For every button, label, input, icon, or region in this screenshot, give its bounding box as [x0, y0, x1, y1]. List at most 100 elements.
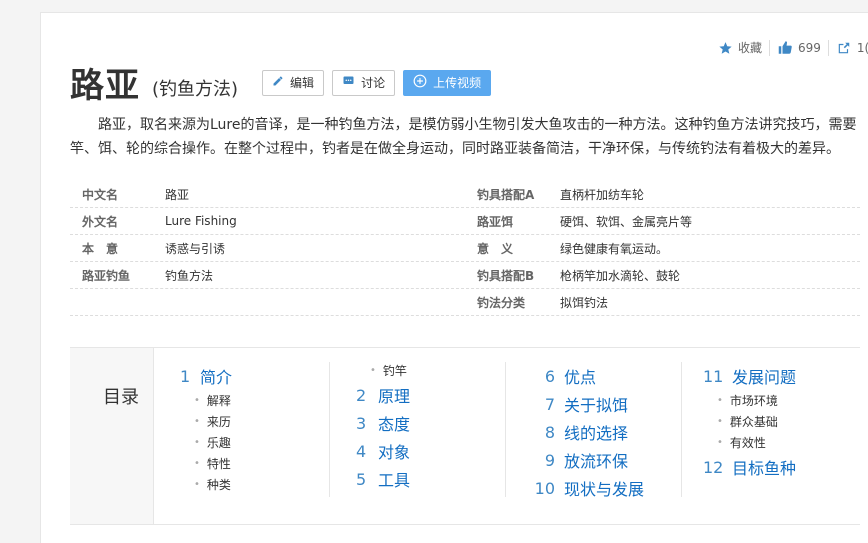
info-value: 直柄杆加纺车轮: [560, 187, 645, 202]
info-key: 意 义: [477, 241, 514, 256]
toc-item-number: 6: [544, 366, 555, 386]
page-subtitle: (钓鱼方法): [152, 78, 239, 100]
star-icon: [718, 41, 733, 55]
info-row: 本 意 诱惑与引诱 意 义 绿色健康有氧运动。: [70, 235, 860, 262]
toc-item-4[interactable]: 4 对象: [356, 437, 410, 465]
info-key: 中文名: [82, 187, 119, 202]
toc-item-label: 优点: [564, 368, 597, 387]
toc-item-number: 5: [356, 469, 367, 489]
toc-label: 目录: [103, 387, 139, 408]
toc-item-7[interactable]: 7 关于拟饵: [526, 390, 644, 418]
info-value: 拟饵钓法: [560, 295, 609, 310]
info-key: 钓具搭配B: [477, 268, 535, 283]
toc-item-number: 11: [703, 366, 724, 386]
toc-divider: [329, 362, 330, 497]
upload-video-button[interactable]: 上传视频: [403, 69, 492, 96]
toc-subitem[interactable]: 特性: [180, 453, 232, 474]
toc-item-label: 对象: [378, 443, 411, 462]
plus-circle-icon: [413, 74, 433, 91]
thumbs-up-icon: [777, 40, 793, 55]
edit-label: 编辑: [290, 76, 315, 90]
page-actions: 收藏 699 1(: [718, 39, 868, 56]
info-value: 硬饵、软饵、金属亮片等: [560, 214, 693, 229]
divider: [769, 39, 771, 56]
discuss-label: 讨论: [361, 76, 386, 90]
info-key: 外文名: [82, 214, 119, 229]
toc-subitem[interactable]: 解释: [180, 390, 232, 411]
toc-item-6[interactable]: 6 优点: [526, 362, 644, 390]
info-key: 钓具搭配A: [477, 187, 535, 202]
info-row: 路亚钓鱼 钓鱼方法 钓具搭配B 枪柄竿加水滴轮、鼓轮: [70, 262, 860, 289]
toc-subitem[interactable]: 群众基础: [703, 411, 796, 432]
toc-item-12[interactable]: 12 目标鱼种: [703, 453, 796, 481]
info-value: 绿色健康有氧运动。: [560, 241, 669, 256]
toc-subitem[interactable]: 种类: [180, 474, 232, 495]
divider: [827, 39, 829, 56]
toc-item-label: 线的选择: [564, 424, 629, 443]
toc-column-1: 1 简介 解释 来历 乐趣 特性 种类: [180, 362, 232, 495]
toc-subitem[interactable]: 有效性: [703, 432, 796, 453]
toc-item-number: 8: [544, 422, 555, 442]
toc-subitem[interactable]: 来历: [180, 411, 232, 432]
like-button[interactable]: 699: [777, 40, 821, 55]
toc-column-2: 钓竿 2 原理 3 态度 4 对象 5 工具: [356, 360, 410, 493]
toc-item-number: 3: [356, 413, 367, 433]
info-value: 路亚: [165, 187, 190, 202]
toc-label-box: 目录: [70, 348, 154, 524]
toc-item-label: 关于拟饵: [564, 396, 629, 415]
info-value: 枪柄竿加水滴轮、鼓轮: [560, 268, 681, 283]
info-key: 本 意: [82, 241, 119, 256]
like-count: 699: [798, 40, 821, 55]
info-key: 钓法分类: [477, 295, 526, 310]
info-row: 钓法分类 拟饵钓法: [70, 289, 860, 316]
favorite-button[interactable]: 收藏: [718, 39, 762, 56]
toc-item-5[interactable]: 5 工具: [356, 465, 410, 493]
pencil-icon: [272, 75, 290, 90]
toc-item-label: 目标鱼种: [732, 459, 797, 478]
toc-item-2[interactable]: 2 原理: [356, 381, 410, 409]
share-icon: [836, 41, 852, 55]
toc-item-number: 4: [356, 441, 367, 461]
toc-item-number: 12: [703, 457, 724, 477]
info-value: Lure Fishing: [165, 214, 237, 228]
upload-video-label: 上传视频: [433, 76, 482, 90]
page-title: 路亚: [70, 66, 140, 106]
discuss-button[interactable]: 讨论: [332, 69, 396, 96]
toc-column-4: 11 发展问题 市场环境 群众基础 有效性 12 目标鱼种: [703, 362, 796, 481]
toc-item-10[interactable]: 10 现状与发展: [526, 474, 644, 502]
edit-button[interactable]: 编辑: [262, 69, 325, 96]
toc-item-1[interactable]: 1 简介: [180, 362, 232, 390]
toc-subitem[interactable]: 市场环境: [703, 390, 796, 411]
info-value: 诱惑与引诱: [165, 241, 226, 256]
favorite-label: 收藏: [738, 41, 763, 55]
toc-divider: [681, 362, 682, 497]
share-button[interactable]: 1(: [836, 41, 868, 55]
toc-item-label: 原理: [378, 387, 411, 406]
toc-item-9[interactable]: 9 放流环保: [526, 446, 644, 474]
info-key: 路亚饵: [477, 214, 514, 229]
infobox: 中文名 路亚 钓具搭配A 直柄杆加纺车轮 外文名 Lure Fishing 路亚…: [70, 181, 860, 316]
toc-item-label: 发展问题: [732, 368, 797, 387]
share-count: 1(: [856, 40, 868, 55]
toc-item-label: 放流环保: [564, 452, 629, 471]
toc-item-11[interactable]: 11 发展问题: [703, 362, 796, 390]
toc-item-label: 简介: [200, 368, 233, 387]
toc-column-3: 6 优点 7 关于拟饵 8 线的选择 9 放流环保 10 现状与发展: [526, 362, 644, 502]
toc-item-number: 1: [180, 366, 191, 386]
toc-item-label: 工具: [378, 471, 411, 490]
toc-subitem[interactable]: 乐趣: [180, 432, 232, 453]
toc-item-label: 现状与发展: [564, 480, 645, 499]
toc-item-number: 2: [356, 385, 367, 405]
table-of-contents: 目录 1 简介 解释 来历 乐趣 特性 种类 钓竿 2 原理 3 态度 4 对象…: [70, 347, 860, 525]
toc-item-number: 9: [544, 450, 555, 470]
title-row: 路亚 (钓鱼方法) 编辑 讨论 上传视频: [70, 58, 492, 107]
info-value: 钓鱼方法: [165, 268, 214, 283]
toc-subitem[interactable]: 钓竿: [356, 360, 410, 381]
toc-item-number: 7: [544, 394, 555, 414]
toc-item-3[interactable]: 3 态度: [356, 409, 410, 437]
toc-divider: [505, 362, 506, 497]
toc-item-8[interactable]: 8 线的选择: [526, 418, 644, 446]
info-row: 中文名 路亚 钓具搭配A 直柄杆加纺车轮: [70, 181, 860, 208]
toc-item-number: 10: [534, 478, 555, 498]
summary-paragraph: 路亚，取名来源为Lure的音译，是一种钓鱼方法，是模仿弱小生物引发大鱼攻击的一种…: [70, 117, 857, 157]
